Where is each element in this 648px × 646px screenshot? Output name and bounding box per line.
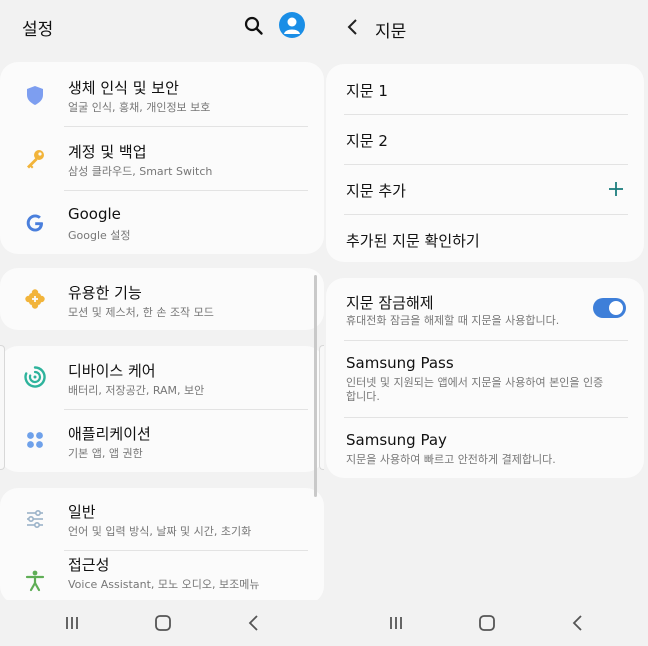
settings-item-accounts[interactable]: 계정 및 백업 삼성 클라우드, Smart Switch	[0, 126, 324, 190]
home-icon[interactable]	[476, 612, 498, 634]
settings-group-security: 생체 인식 및 보안 얼굴 인식, 홍채, 개인정보 보호 계정 및 백업 삼성…	[0, 62, 324, 254]
check-added-fingerprints[interactable]: 추가된 지문 확인하기	[326, 214, 644, 262]
settings-item-accessibility[interactable]: 접근성 Voice Assistant, 모노 오디오, 보조메뉴	[0, 550, 324, 604]
settings-header: 설정	[0, 0, 324, 56]
add-fingerprint[interactable]: 지문 추가	[326, 164, 644, 214]
item-subtitle: 모션 및 제스처, 한 손 조작 모드	[68, 306, 214, 319]
item-title: 추가된 지문 확인하기	[346, 232, 480, 250]
item-subtitle: 지문을 사용하여 빠르고 안전하게 결제합니다.	[346, 453, 556, 466]
recents-icon[interactable]	[385, 612, 407, 634]
fingerprint-header: 지문	[324, 0, 648, 56]
device-care-icon	[24, 366, 46, 388]
recents-icon[interactable]	[61, 612, 83, 634]
item-title: Google	[68, 205, 121, 223]
item-subtitle: Voice Assistant, 모노 오디오, 보조메뉴	[68, 578, 260, 591]
fingerprint-1[interactable]: 지문 1	[326, 64, 644, 114]
settings-group-features: 유용한 기능 모션 및 제스처, 한 손 조작 모드	[0, 268, 324, 330]
settings-item-general[interactable]: 일반 언어 및 입력 방식, 날짜 및 시간, 초기화	[0, 488, 324, 550]
google-icon	[26, 214, 43, 232]
item-title: 지문 추가	[346, 182, 406, 200]
item-title: 애플리케이션	[68, 425, 151, 443]
page-title: 설정	[22, 20, 54, 40]
item-title: 지문 1	[346, 82, 388, 100]
item-subtitle: 배터리, 저장공간, RAM, 보안	[68, 384, 205, 397]
item-subtitle: 인터넷 및 지원되는 앱에서 지문을 사용하여 본인을 인증합니다.	[346, 376, 604, 403]
settings-group-device: 디바이스 케어 배터리, 저장공간, RAM, 보안 애플리케이션 기본 앱, …	[0, 346, 324, 472]
item-title: Samsung Pass	[346, 354, 454, 372]
user-icon	[284, 17, 300, 34]
fingerprint-2[interactable]: 지문 2	[326, 114, 644, 164]
item-title: 접근성	[68, 556, 110, 574]
settings-pane: 설정 생체 인식 및 보안 얼굴 인식, 홍채, 개인정보 보호 계정 및 백업…	[0, 0, 324, 646]
item-subtitle: 기본 앱, 앱 권한	[68, 447, 143, 460]
samsung-pay[interactable]: Samsung Pay 지문을 사용하여 빠르고 안전하게 결제합니다.	[326, 417, 644, 478]
fingerprint-list-card: 지문 1 지문 2 지문 추가 추가된 지문 확인하기	[326, 64, 644, 262]
key-icon	[27, 150, 44, 169]
back-button[interactable]	[340, 14, 366, 40]
item-subtitle: 얼굴 인식, 홍채, 개인정보 보호	[68, 101, 211, 114]
fingerprint-pane: 지문 지문 1 지문 2 지문 추가 추가된 지문 확인하기 지문 잠금해제 휴…	[324, 0, 648, 646]
item-subtitle: 삼성 클라우드, Smart Switch	[68, 165, 213, 178]
sliders-icon	[27, 510, 43, 528]
puzzle-icon	[25, 289, 45, 309]
settings-item-device-care[interactable]: 디바이스 케어 배터리, 저장공간, RAM, 보안	[0, 346, 324, 409]
item-title: 계정 및 백업	[68, 143, 147, 161]
pane-edge-left	[0, 345, 5, 470]
fingerprint-options-card: 지문 잠금해제 휴대전화 잠금을 해제할 때 지문을 사용합니다. Samsun…	[326, 278, 644, 478]
settings-item-apps[interactable]: 애플리케이션 기본 앱, 앱 권한	[0, 409, 324, 472]
accessibility-icon	[25, 570, 45, 592]
item-title: 디바이스 케어	[68, 362, 156, 380]
search-icon	[244, 16, 263, 35]
item-title: 지문 잠금해제	[346, 294, 434, 312]
shield-icon	[27, 86, 43, 105]
navigation-bar	[0, 600, 324, 646]
samsung-pass[interactable]: Samsung Pass 인터넷 및 지원되는 앱에서 지문을 사용하여 본인을…	[326, 340, 644, 417]
item-subtitle: 언어 및 입력 방식, 날짜 및 시간, 초기화	[68, 525, 252, 538]
settings-item-google[interactable]: Google Google 설정	[0, 190, 324, 254]
item-subtitle: 휴대전화 잠금을 해제할 때 지문을 사용합니다.	[346, 314, 560, 327]
back-icon[interactable]	[243, 612, 265, 634]
toggle-knob	[607, 299, 625, 317]
profile-avatar[interactable]	[279, 12, 305, 38]
search-button[interactable]	[241, 13, 267, 39]
page-title: 지문	[375, 22, 407, 42]
settings-item-biometrics[interactable]: 생체 인식 및 보안 얼굴 인식, 홍채, 개인정보 보호	[0, 62, 324, 126]
item-subtitle: Google 설정	[68, 229, 131, 242]
apps-icon	[27, 432, 43, 448]
settings-group-general: 일반 언어 및 입력 방식, 날짜 및 시간, 초기화 접근성 Voice As…	[0, 488, 324, 604]
home-icon[interactable]	[152, 612, 174, 634]
navigation-bar	[324, 600, 648, 646]
item-title: 유용한 기능	[68, 284, 142, 302]
fingerprint-unlock[interactable]: 지문 잠금해제 휴대전화 잠금을 해제할 때 지문을 사용합니다.	[326, 278, 644, 340]
item-title: 일반	[68, 503, 96, 521]
chevron-left-icon	[347, 19, 357, 35]
fingerprint-unlock-toggle[interactable]	[593, 298, 626, 318]
item-title: Samsung Pay	[346, 431, 447, 449]
scrollbar[interactable]	[314, 275, 317, 497]
item-title: 지문 2	[346, 132, 388, 150]
item-title: 생체 인식 및 보안	[68, 79, 179, 97]
settings-item-advanced-features[interactable]: 유용한 기능 모션 및 제스처, 한 손 조작 모드	[0, 268, 324, 330]
plus-icon	[609, 182, 623, 196]
back-icon[interactable]	[567, 612, 589, 634]
